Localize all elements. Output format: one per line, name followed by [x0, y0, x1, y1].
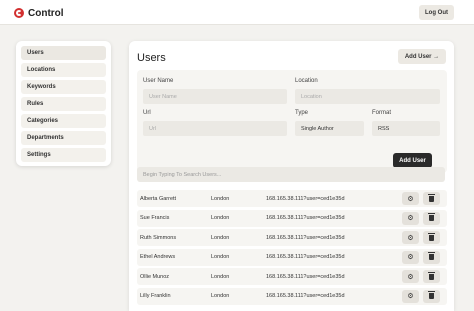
control-logo-icon: [14, 8, 24, 18]
url-input[interactable]: Url: [143, 121, 287, 136]
gear-icon[interactable]: ⚙: [402, 270, 419, 284]
url-label: Url: [143, 110, 151, 116]
user-name-cell: Ollie Munoz: [140, 273, 170, 280]
user-name-cell: Ruth Simmons: [140, 234, 177, 241]
user-location-cell: London: [211, 293, 230, 300]
gear-icon[interactable]: ⚙: [402, 231, 419, 245]
location-label: Location: [295, 78, 318, 84]
trash-icon[interactable]: [423, 250, 440, 264]
users-table: Alberta Garrett London 168.165.38.111?us…: [137, 190, 447, 308]
user-location-cell: London: [211, 195, 230, 202]
user-name-cell: Lilly Franklin: [140, 293, 171, 300]
user-location-cell: London: [211, 234, 230, 241]
format-select[interactable]: RSS: [372, 121, 440, 136]
table-row: Ruth Simmons London 168.165.38.111?user=…: [137, 229, 447, 247]
sidebar-item-categories[interactable]: Categories: [21, 114, 106, 128]
user-url-cell: 168.165.38.111?user=ced1e35d: [266, 254, 345, 261]
top-bar: Control Log Out: [0, 0, 474, 25]
user-url-cell: 168.165.38.111?user=ced1e35d: [266, 293, 345, 300]
sidebar-item-keywords[interactable]: Keywords: [21, 80, 106, 94]
sidebar-item-users[interactable]: Users: [21, 46, 106, 60]
app-name: Control: [28, 7, 64, 19]
table-row: Sue Francis London 168.165.38.111?user=c…: [137, 209, 447, 227]
sidebar-item-settings[interactable]: Settings: [21, 148, 106, 162]
user-url-cell: 168.165.38.111?user=ced1e35d: [266, 234, 345, 241]
trash-icon[interactable]: [423, 231, 440, 245]
gear-icon[interactable]: ⚙: [402, 211, 419, 225]
trash-icon[interactable]: [423, 270, 440, 284]
add-user-submit-button[interactable]: Add User: [393, 153, 432, 168]
table-row: Ethel Andrews London 168.165.38.111?user…: [137, 248, 447, 266]
table-row: Lilly Franklin London 168.165.38.111?use…: [137, 287, 447, 305]
sidebar: Users Locations Keywords Rules Categorie…: [16, 41, 111, 166]
user-url-cell: 168.165.38.111?user=ced1e35d: [266, 215, 345, 222]
gear-icon[interactable]: ⚙: [402, 289, 419, 303]
sidebar-item-rules[interactable]: Rules: [21, 97, 106, 111]
location-input[interactable]: Location: [295, 89, 440, 104]
logout-button[interactable]: Log Out: [419, 5, 454, 20]
format-label: Format: [372, 110, 392, 116]
user-location-cell: London: [211, 254, 230, 261]
add-user-header-button[interactable]: Add User →: [398, 49, 446, 64]
user-name-input[interactable]: User Name: [143, 89, 287, 104]
page-title: Users: [137, 52, 166, 64]
user-location-cell: London: [211, 215, 230, 222]
trash-icon[interactable]: [423, 192, 440, 205]
sidebar-item-departments[interactable]: Departments: [21, 131, 106, 145]
gear-icon[interactable]: ⚙: [402, 192, 419, 205]
main-panel: Users Add User → User Name User Name Loc…: [129, 41, 454, 311]
user-url-cell: 168.165.38.111?user=ced1e35d: [266, 273, 345, 280]
sidebar-item-locations[interactable]: Locations: [21, 63, 106, 77]
user-name-cell: Alberta Garrett: [140, 195, 177, 202]
user-name-cell: Sue Francis: [140, 215, 170, 222]
trash-icon[interactable]: [423, 289, 440, 303]
gear-icon[interactable]: ⚙: [402, 250, 419, 264]
table-row: Ollie Munoz London 168.165.38.111?user=c…: [137, 268, 447, 286]
user-url-cell: 168.165.38.111?user=ced1e35d: [266, 195, 345, 202]
user-name-cell: Ethel Andrews: [140, 254, 176, 261]
type-select[interactable]: Single Author: [295, 121, 364, 136]
brand[interactable]: Control: [14, 6, 64, 20]
search-users-input[interactable]: Begin Typing To Search Users...: [137, 167, 445, 182]
trash-icon[interactable]: [423, 211, 440, 225]
user-location-cell: London: [211, 273, 230, 280]
user-name-label: User Name: [143, 78, 174, 84]
type-label: Type: [295, 110, 309, 116]
table-row: Alberta Garrett London 168.165.38.111?us…: [137, 190, 447, 207]
